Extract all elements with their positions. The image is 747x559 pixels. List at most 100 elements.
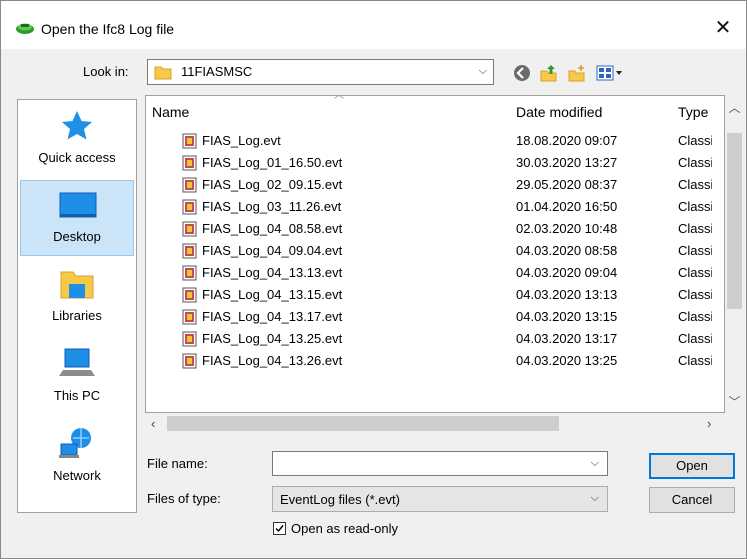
file-name: FIAS_Log_01_16.50.evt [202, 155, 343, 170]
file-type: Classic [678, 221, 712, 236]
evt-file-icon [182, 243, 198, 259]
place-this-pc[interactable]: This PC [20, 340, 134, 416]
chevron-down-icon: ⌵ [478, 65, 487, 77]
desktop-icon [58, 187, 98, 223]
scroll-up-icon[interactable]: ︿ [725, 99, 744, 116]
vertical-scroll-thumb[interactable] [727, 133, 742, 309]
file-type: Classic [678, 199, 712, 214]
scroll-down-icon[interactable]: ﹀ [725, 393, 744, 410]
computer-icon [57, 346, 97, 382]
file-row[interactable]: FIAS_Log_04_13.25.evt 04.03.2020 13:17 Cla… [146, 328, 712, 350]
place-label: Network [53, 468, 101, 483]
file-name: FIAS_Log_04_13.13.evt [202, 265, 343, 280]
chevron-down-icon: ⌵ [590, 492, 599, 504]
file-type: Classic [678, 155, 712, 170]
file-row[interactable]: FIAS_Log_02_09.15.evt 29.05.2020 08:37 Cla… [146, 174, 712, 196]
read-only-checkbox[interactable] [273, 522, 286, 535]
file-row[interactable]: FIAS_Log.evt 18.08.2020 09:07 Classic [146, 130, 712, 152]
file-date: 18.08.2020 09:07 [516, 133, 618, 148]
new-folder-icon[interactable] [567, 63, 587, 83]
file-row[interactable]: FIAS_Log_04_13.15.evt 04.03.2020 13:13 Cla… [146, 284, 712, 306]
column-header-name[interactable]: Name [152, 96, 189, 128]
look-in-value: 11FIASMSC [181, 64, 253, 79]
file-row[interactable]: FIAS_Log_04_13.13.evt 04.03.2020 09:04 Cla… [146, 262, 712, 284]
file-name: FIAS_Log_02_09.15.evt [202, 177, 343, 192]
file-date: 29.05.2020 08:37 [516, 177, 618, 192]
place-label: Desktop [53, 229, 101, 244]
file-name: FIAS_Log_04_08.58.evt [202, 221, 343, 236]
file-row[interactable]: FIAS_Log_04_13.26.evt 04.03.2020 13:25 Cla… [146, 350, 712, 372]
network-icon [57, 426, 97, 462]
horizontal-scroll-thumb[interactable] [167, 416, 559, 431]
file-row[interactable]: FIAS_Log_04_08.58.evt 02.03.2020 10:48 Cla… [146, 218, 712, 240]
back-icon[interactable] [512, 63, 532, 83]
star-icon [57, 108, 97, 144]
chevron-down-icon[interactable]: ⌵ [591, 457, 599, 470]
file-name: FIAS_Log.evt [202, 133, 281, 148]
places-bar: Quick access Desktop Libraries This PC N… [17, 99, 137, 513]
place-libraries[interactable]: Libraries [20, 260, 134, 336]
evt-file-icon [182, 265, 198, 281]
look-in-dropdown[interactable]: 11FIASMSC ⌵ [147, 59, 494, 85]
place-network[interactable]: Network [20, 420, 134, 496]
file-type-value: EventLog files (*.evt) [280, 492, 400, 507]
file-date: 04.03.2020 13:15 [516, 309, 618, 324]
libraries-icon [57, 266, 97, 302]
evt-file-icon [182, 199, 198, 215]
file-name: FIAS_Log_03_11.26.evt [202, 199, 342, 214]
horizontal-scrollbar[interactable]: ‹ › [145, 413, 725, 435]
evt-file-icon [182, 353, 198, 369]
folder-icon [154, 64, 172, 80]
column-header-type[interactable]: Type [678, 96, 708, 128]
cancel-button[interactable]: Cancel [649, 487, 735, 513]
app-icon [15, 21, 35, 35]
close-button[interactable]: ✕ [710, 15, 736, 41]
evt-file-icon [182, 155, 198, 171]
file-list: Name ︿ Date modified Type FIAS_Log.evt 18… [145, 95, 725, 413]
dialog-title: Open the Ifc8 Log file [41, 21, 175, 37]
evt-file-icon [182, 221, 198, 237]
file-type: Classic [678, 243, 712, 258]
scroll-right-icon[interactable]: › [707, 416, 711, 431]
look-in-label: Look in: [83, 64, 129, 79]
read-only-label: Open as read-only [291, 521, 398, 536]
column-header-date[interactable]: Date modified [516, 96, 602, 128]
file-date: 04.03.2020 13:25 [516, 353, 618, 368]
place-label: Quick access [38, 150, 116, 165]
file-type-dropdown[interactable]: EventLog files (*.evt) ⌵ [272, 486, 608, 512]
file-name: FIAS_Log_04_13.26.evt [202, 353, 343, 368]
file-type: Classic [678, 133, 712, 148]
vertical-scrollbar[interactable]: ︿ ﹀ [725, 95, 744, 413]
sort-ascending-icon: ︿ [334, 95, 344, 101]
file-name-input[interactable]: ⌵ [272, 451, 608, 476]
place-label: This PC [53, 388, 101, 403]
open-button[interactable]: Open [649, 453, 735, 479]
file-date: 04.03.2020 09:04 [516, 265, 618, 280]
view-menu-icon[interactable] [595, 63, 625, 83]
evt-file-icon [182, 177, 198, 193]
place-label: Libraries [52, 308, 102, 323]
evt-file-icon [182, 331, 198, 347]
file-row[interactable]: FIAS_Log_04_09.04.evt 04.03.2020 08:58 Cla… [146, 240, 712, 262]
scroll-left-icon[interactable]: ‹ [151, 416, 155, 431]
file-row[interactable]: FIAS_Log_01_16.50.evt 30.03.2020 13:27 Cla… [146, 152, 712, 174]
file-date: 04.03.2020 13:17 [516, 331, 618, 346]
place-quick-access[interactable]: Quick access [20, 102, 134, 178]
title-bar: Open the Ifc8 Log file ✕ [1, 5, 746, 49]
file-row[interactable]: FIAS_Log_03_11.26.evt 01.04.2020 16:50 Cla… [146, 196, 712, 218]
file-date: 02.03.2020 10:48 [516, 221, 618, 236]
file-name: FIAS_Log_04_13.25.evt [202, 331, 343, 346]
file-type: Classic [678, 177, 712, 192]
open-file-dialog: Open the Ifc8 Log file ✕ Look in: 11FIAS… [0, 0, 747, 559]
file-name-label: File name: [147, 456, 208, 471]
file-date: 30.03.2020 13:27 [516, 155, 618, 170]
file-name: FIAS_Log_04_09.04.evt [202, 243, 343, 258]
file-name: FIAS_Log_04_13.17.evt [202, 309, 343, 324]
file-row[interactable]: FIAS_Log_04_13.17.evt 04.03.2020 13:15 Cla… [146, 306, 712, 328]
file-type-label: Files of type: [147, 491, 221, 506]
up-folder-icon[interactable] [539, 63, 559, 83]
evt-file-icon [182, 287, 198, 303]
evt-file-icon [182, 309, 198, 325]
place-desktop[interactable]: Desktop [20, 180, 134, 256]
file-name: FIAS_Log_04_13.15.evt [202, 287, 343, 302]
